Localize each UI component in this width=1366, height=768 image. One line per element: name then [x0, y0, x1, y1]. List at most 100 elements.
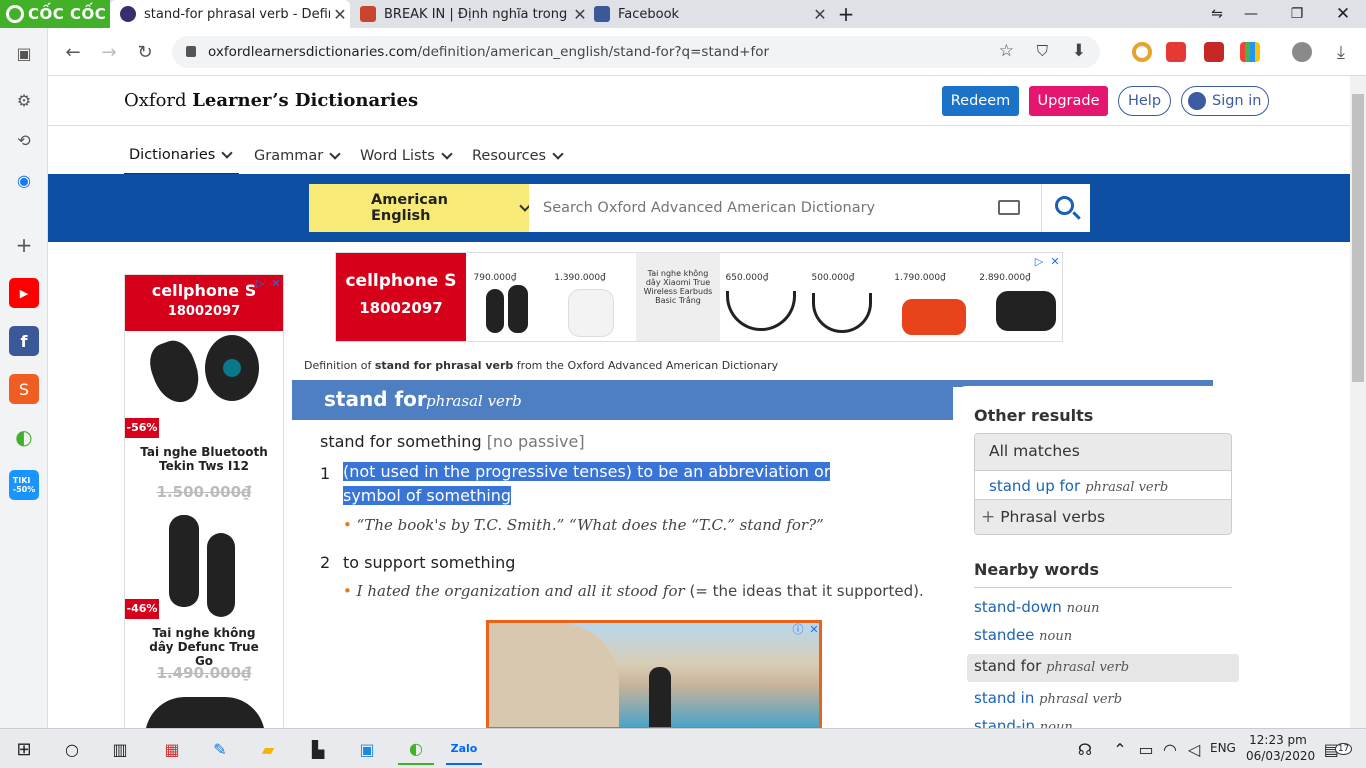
search-button[interactable] [1041, 184, 1090, 232]
app-icon[interactable]: ▦ [154, 733, 190, 765]
travel-ad[interactable]: ⓘ ✕ [486, 620, 822, 728]
input-language[interactable]: ENG [1210, 741, 1236, 755]
new-tab-button[interactable]: + [834, 0, 858, 28]
grid-ext-icon[interactable] [1240, 42, 1260, 62]
close-tab-icon[interactable]: ✕ [330, 5, 350, 24]
entry-header: stand for phrasal verb [292, 380, 953, 420]
ad-close-icon[interactable]: ✕ [807, 623, 819, 637]
sign-in-button[interactable]: Sign in [1181, 86, 1269, 116]
back-icon[interactable]: ← [58, 38, 88, 66]
bookmark-star-icon[interactable]: ☆ [999, 41, 1014, 61]
ad-close-icon[interactable]: ✕ [1048, 255, 1062, 269]
entry-pattern: stand for something [no passive] [320, 432, 585, 451]
tab-stand-for[interactable]: stand-for phrasal verb - Defin ✕ [110, 0, 350, 28]
results-sidebar: Other results All matches stand up for p… [953, 386, 1270, 728]
nav-resources[interactable]: Resources [472, 136, 564, 176]
task-view-icon[interactable]: ▥ [102, 733, 138, 765]
reload-icon[interactable]: ↻ [130, 38, 160, 66]
nearby-word[interactable]: stand in phrasal verb [974, 689, 1122, 707]
coccoc-menu-button[interactable]: CỐC CỐC [0, 0, 110, 28]
download-page-icon[interactable]: ⬇ [1072, 41, 1086, 61]
paint-icon[interactable]: ✎ [202, 733, 238, 765]
all-matches-header[interactable]: All matches [975, 434, 1231, 470]
settings-icon[interactable]: ⚙ [9, 85, 39, 115]
shield-icon[interactable]: ⛉ [1037, 42, 1048, 60]
help-button[interactable]: Help [1118, 86, 1171, 116]
close-tab-icon[interactable]: ✕ [810, 5, 830, 24]
upgrade-button[interactable]: Upgrade [1029, 86, 1108, 116]
clock[interactable]: 12:23 pm 06/03/2020 [1246, 732, 1315, 764]
chevron-down-icon [441, 148, 453, 160]
zalo-icon[interactable]: Zalo [446, 733, 482, 765]
match-stand-up-for[interactable]: stand up for phrasal verb [975, 470, 1231, 500]
people-icon[interactable]: ☊ [1070, 733, 1100, 765]
language-select[interactable]: American English [309, 184, 531, 232]
nearby-word[interactable]: standee noun [974, 626, 1072, 644]
banner-ad[interactable]: cellphone S 18002097 790.000₫ 1.390.000₫… [335, 252, 1063, 342]
ad-info-icon[interactable]: ⓘ [791, 623, 805, 637]
file-explorer-icon[interactable]: ▰ [250, 733, 286, 765]
ad-close-icon[interactable]: ✕ [269, 277, 283, 291]
facebook-icon[interactable]: f [9, 326, 39, 356]
minimize-icon[interactable]: — [1228, 0, 1274, 28]
tab-facebook[interactable]: Facebook ✕ [590, 0, 830, 28]
youtube-icon[interactable]: ▶ [9, 278, 39, 308]
red-ext-icon[interactable] [1204, 42, 1224, 62]
person-image [649, 667, 671, 727]
volume-icon[interactable]: ◁ [1182, 733, 1206, 765]
earbud-image [205, 335, 259, 401]
scrollbar-thumb[interactable] [1352, 94, 1364, 382]
nav-dictionaries[interactable]: Dictionaries [124, 136, 239, 176]
battery-icon[interactable]: ▭ [1134, 733, 1158, 765]
downloads-icon[interactable]: ⤓ [1326, 38, 1356, 66]
ad-info-icon[interactable]: ▷ [253, 277, 267, 291]
search-icon [1055, 196, 1074, 215]
sense-1-definition: (not used in the progressive tenses) to … [343, 462, 831, 505]
nearby-word[interactable]: stand-down noun [974, 598, 1100, 616]
nearby-word-current[interactable]: stand for phrasal verb [967, 654, 1239, 682]
maximize-icon[interactable]: ❐ [1274, 0, 1320, 28]
coccoc-icon[interactable]: ◐ [9, 422, 39, 452]
history-icon[interactable]: ⟲ [9, 125, 39, 155]
keyboard-icon[interactable] [998, 200, 1020, 215]
nav-word-lists[interactable]: Word Lists [360, 136, 453, 176]
messenger-icon[interactable]: ◉ [9, 165, 39, 195]
forward-icon[interactable]: → [94, 38, 124, 66]
tiki-icon[interactable]: TIKI -50% [9, 470, 39, 500]
nav-grammar[interactable]: Grammar [254, 136, 341, 176]
coccoc-taskbar-icon[interactable]: ◐ [398, 733, 434, 765]
lock-icon [186, 46, 196, 57]
new-ext-icon[interactable] [1166, 42, 1186, 62]
url-bar[interactable]: oxfordlearnersdictionaries.com/definitio… [172, 36, 1100, 68]
sidebar-toggle-icon[interactable]: ▣ [9, 38, 39, 68]
wifi-icon[interactable]: ◠ [1158, 733, 1182, 765]
close-window-icon[interactable]: ✕ [1320, 0, 1366, 28]
sense-2-example: • I hated the organization and all it st… [343, 582, 924, 600]
windows-start-icon[interactable]: ⊞ [6, 733, 42, 765]
page-scrollbar[interactable] [1350, 76, 1366, 728]
nearby-word[interactable]: stand-in noun [974, 717, 1073, 728]
search-input[interactable] [529, 184, 1041, 232]
ad-info-icon[interactable]: ▷ [1032, 255, 1046, 269]
site-logo[interactable]: Oxford Learner’s Dictionaries [124, 90, 418, 111]
tab-break-in[interactable]: BREAK IN | Định nghĩa trong t ✕ [350, 0, 590, 28]
facebook-favicon-icon [594, 6, 610, 22]
close-tab-icon[interactable]: ✕ [570, 5, 590, 24]
tab-strip: CỐC CỐC stand-for phrasal verb - Defin ✕… [0, 0, 1366, 28]
chrome-ext-icon[interactable] [1132, 42, 1152, 62]
chevron-down-icon [221, 146, 233, 159]
add-panel-icon[interactable]: + [9, 230, 39, 260]
cortana-icon[interactable]: ○ [54, 733, 90, 765]
shopee-icon[interactable]: S [9, 374, 39, 404]
tray-arrow-icon[interactable]: ⌃ [1108, 733, 1132, 765]
entry-source: Definition of stand for phrasal verb fro… [304, 359, 779, 372]
earbud-image [169, 515, 199, 607]
app-icon[interactable]: ▣ [349, 733, 385, 765]
redeem-button[interactable]: Redeem [942, 86, 1019, 116]
left-ad[interactable]: cellphone S 18002097 ▷ ✕ -56% Tai nghe B… [124, 274, 284, 728]
cambridge-favicon-icon [360, 6, 376, 22]
app-icon[interactable]: ▙ [300, 733, 336, 765]
notifications-icon[interactable]: ▤ 17 [1318, 733, 1358, 765]
phrasal-verbs-expander[interactable]: + Phrasal verbs [975, 500, 1231, 534]
avatar[interactable] [1292, 42, 1312, 62]
